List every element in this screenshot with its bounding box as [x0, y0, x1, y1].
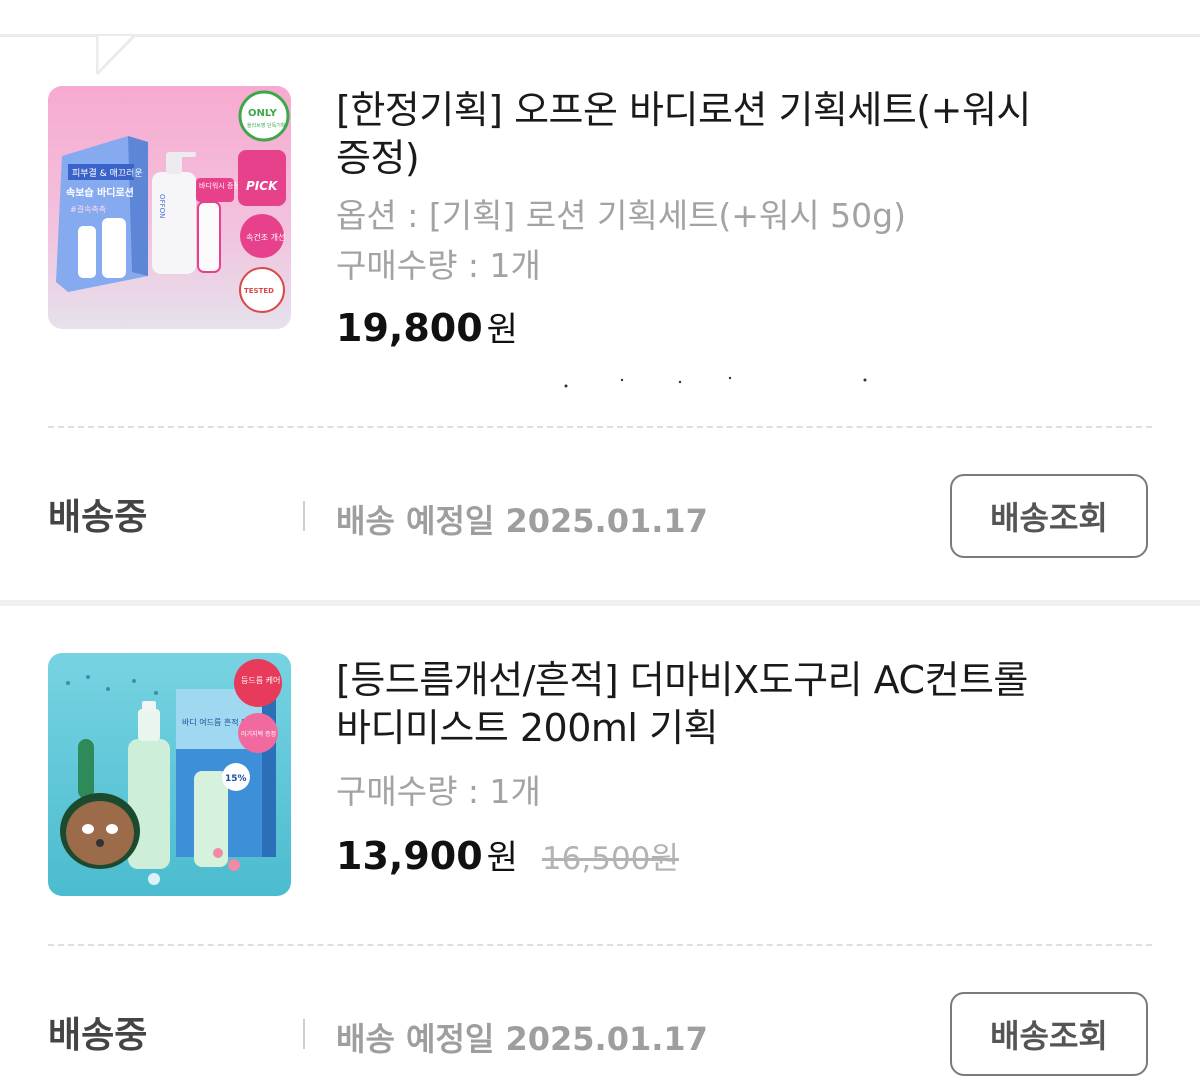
product-title[interactable]: [등드름개선/흔적] 더마비X도구리 AC컨트롤 바디미스트 200ml 기획	[336, 656, 1036, 752]
box-line1: 피부결 & 매끄러운	[72, 168, 143, 179]
track-delivery-button[interactable]: 배송조회	[950, 992, 1148, 1076]
price-currency: 원	[486, 838, 518, 878]
price-value: 19,800	[336, 306, 483, 350]
original-price: 16,500원	[542, 833, 679, 878]
box-tag: #결속촉촉	[70, 204, 106, 214]
product-info: [한정기획] 오프온 바디로션 기획세트(+워시 증정) 옵션 : [기획] 로…	[336, 86, 1036, 351]
stray-marks	[564, 376, 867, 388]
product-info: [등드름개선/흔적] 더마비X도구리 AC컨트롤 바디미스트 200ml 기획 …	[336, 656, 1036, 879]
washer-badge: 바디워시 증정	[199, 181, 240, 190]
dry-badge: 속건조 개선	[246, 232, 285, 242]
discount-badge: 15%	[225, 774, 247, 784]
price-currency: 원	[486, 310, 518, 350]
product-option: 옵션 : [기획] 로션 기획세트(+워시 50g)	[336, 196, 906, 235]
only-sub: 올리브영 단독기획	[247, 122, 285, 129]
tested-badge: TESTED	[244, 287, 274, 295]
price-row: 19,800 원	[336, 302, 1036, 351]
purchase-quantity: 구매수량 : 1개	[336, 772, 541, 811]
product-thumbnail[interactable]: 바디 여드름 흔적 미스트 등드름 케어 러기지택 증정 15%	[48, 653, 291, 896]
delivery-eta: 배송 예정일 2025.01.17	[336, 502, 708, 540]
purchase-quantity: 구매수량 : 1개	[336, 246, 541, 285]
pick-badge: PICK	[246, 179, 279, 193]
pink-badge: 러기지택 증정	[241, 730, 276, 738]
product-thumbnail[interactable]: 피부결 & 매끄러운 속보습 바디로션 #결속촉촉 OFFON 바디워시 증정 …	[48, 86, 291, 329]
track-delivery-button[interactable]: 배송조회	[950, 474, 1148, 558]
vertical-divider	[303, 501, 305, 531]
product-title[interactable]: [한정기획] 오프온 바디로션 기획세트(+워시 증정)	[336, 86, 1036, 182]
delivery-eta: 배송 예정일 2025.01.17	[336, 1020, 708, 1058]
dashed-divider	[48, 426, 1152, 428]
delivery-status: 배송중	[48, 497, 148, 538]
order-card: 바디 여드름 흔적 미스트 등드름 케어 러기지택 증정 15% [등드름개선/…	[0, 606, 1200, 1090]
product-image-lotion-set: 피부결 & 매끄러운 속보습 바디로션 #결속촉촉 OFFON 바디워시 증정 …	[48, 86, 291, 329]
box-line2: 속보습 바디로션	[66, 186, 134, 199]
original-price-value: 16,500	[541, 841, 651, 877]
delivery-status: 배송중	[48, 1015, 148, 1056]
original-price-currency: 원	[650, 841, 679, 877]
dashed-divider	[48, 944, 1152, 946]
price-value: 13,900	[336, 834, 483, 878]
product-image-body-mist: 바디 여드름 흔적 미스트 등드름 케어 러기지택 증정 15%	[48, 653, 291, 896]
red-badge: 등드름 케어	[241, 675, 280, 685]
only-badge: ONLY	[248, 108, 278, 119]
bottle-brand: OFFON	[158, 194, 166, 218]
order-card: 피부결 & 매끄러운 속보습 바디로션 #결속촉촉 OFFON 바디워시 증정 …	[0, 36, 1200, 600]
vertical-divider	[303, 1019, 305, 1049]
price-row: 13,900 원 16,500원	[336, 830, 1036, 879]
